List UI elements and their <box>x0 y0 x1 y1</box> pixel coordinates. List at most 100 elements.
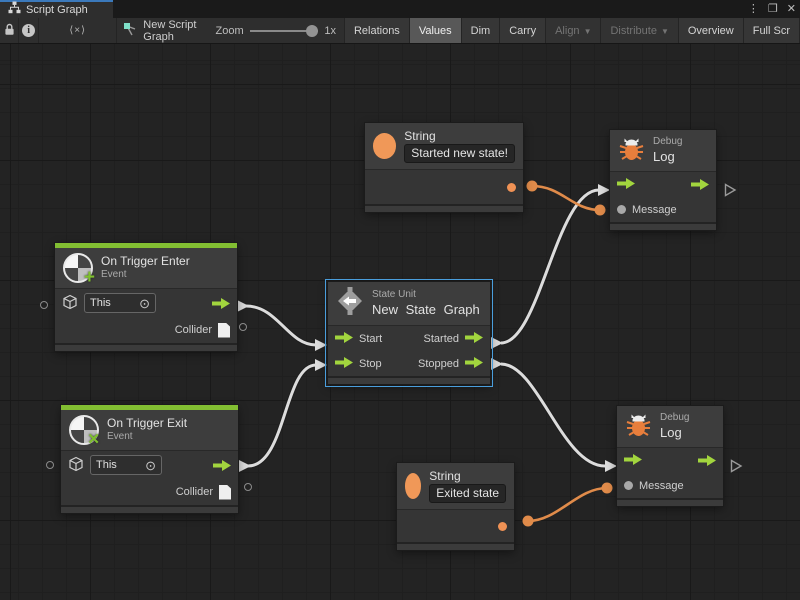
target-dropdown[interactable]: This ⊙ <box>84 293 156 313</box>
node-debug-log-top[interactable]: Debug Log Message <box>610 130 716 230</box>
node-title: Log <box>653 149 682 165</box>
script-graph-icon <box>123 22 137 39</box>
chevron-down-icon: ▼ <box>661 27 669 36</box>
state-machine-icon <box>336 287 364 320</box>
node-title: String <box>404 129 515 144</box>
tab-bar: Script Graph ⋮ ❐ ✕ <box>0 0 800 18</box>
stop-input-port[interactable] <box>335 357 353 371</box>
node-debug-log-bottom[interactable]: Debug Log Message <box>617 406 723 506</box>
node-kicker: Debug <box>653 136 682 149</box>
zoom-slider[interactable] <box>250 25 319 37</box>
zoom-value: 1x <box>324 25 338 37</box>
lock-button[interactable] <box>0 18 19 43</box>
unconnected-flow-port[interactable] <box>724 183 737 202</box>
carry-button[interactable]: Carry <box>500 18 546 43</box>
breadcrumb[interactable]: ⟨×⟩ <box>39 18 117 43</box>
node-kicker: State Unit <box>372 289 480 302</box>
trigger-enter-icon: + <box>63 253 93 283</box>
message-label: Message <box>639 480 684 492</box>
node-string-top[interactable]: String Started new state! <box>365 123 523 212</box>
node-footer <box>328 376 490 384</box>
overview-button[interactable]: Overview <box>679 18 744 43</box>
message-input-port[interactable] <box>617 205 626 214</box>
target-value: This <box>96 459 117 471</box>
fullscreen-button[interactable]: Full Scr <box>744 18 800 43</box>
string-type-icon <box>373 133 396 159</box>
values-button[interactable]: Values <box>410 18 462 43</box>
message-label: Message <box>632 204 677 216</box>
unconnected-value-port[interactable] <box>40 301 48 309</box>
tab-title: Script Graph <box>26 4 88 16</box>
string-value-input[interactable]: Started new state! <box>404 144 515 163</box>
zoom-slider-handle[interactable] <box>306 25 318 37</box>
bug-icon <box>618 135 645 166</box>
start-label: Start <box>359 333 382 345</box>
relations-button[interactable]: Relations <box>345 18 410 43</box>
unity-visual-scripting-window: Script Graph ⋮ ❐ ✕ i ⟨×⟩ New Script Grap… <box>0 0 800 600</box>
node-state-unit[interactable]: State Unit New State Graph Start Started… <box>328 282 490 384</box>
node-subtitle: Event <box>107 431 187 444</box>
node-title: On Trigger Exit <box>107 416 187 431</box>
menu-icon[interactable]: ⋮ <box>748 0 759 18</box>
flow-output-port[interactable] <box>213 460 231 471</box>
unconnected-flow-port[interactable] <box>730 459 743 478</box>
node-title: On Trigger Enter <box>101 254 190 269</box>
window-controls: ⋮ ❐ ✕ <box>748 0 796 18</box>
align-button[interactable]: Align ▼ <box>546 18 601 43</box>
flow-output-port[interactable] <box>212 298 230 309</box>
target-picker-icon[interactable]: ⊙ <box>145 459 156 472</box>
distribute-button[interactable]: Distribute ▼ <box>601 18 678 43</box>
unconnected-value-port[interactable] <box>244 483 252 491</box>
dim-button[interactable]: Dim <box>462 18 501 43</box>
gameobject-cube-icon <box>68 456 84 475</box>
node-footer <box>610 222 716 230</box>
message-input-port[interactable] <box>624 481 633 490</box>
collider-label: Collider <box>176 486 213 498</box>
target-value: This <box>90 297 111 309</box>
collider-doc-icon[interactable] <box>218 323 230 338</box>
trigger-exit-icon: ✕ <box>69 415 99 445</box>
node-on-trigger-enter[interactable]: + On Trigger Enter Event This ⊙ Collider <box>55 243 237 351</box>
node-kicker: Debug <box>660 412 689 425</box>
stopped-label: Stopped <box>418 358 459 370</box>
distribute-label: Distribute <box>610 25 656 37</box>
graph-title-segment: New Script Graph Zoom 1x <box>117 18 345 43</box>
node-string-bottom[interactable]: String Exited state <box>397 463 514 550</box>
node-subtitle: Event <box>101 269 190 282</box>
string-value-input[interactable]: Exited state <box>429 484 506 503</box>
node-on-trigger-exit[interactable]: ✕ On Trigger Exit Event This ⊙ Collider <box>61 405 238 513</box>
tab-script-graph[interactable]: Script Graph <box>0 0 113 18</box>
info-button[interactable]: i <box>19 18 39 43</box>
flow-output-port[interactable] <box>691 179 709 190</box>
node-footer <box>55 343 237 351</box>
graph-toolbar: i ⟨×⟩ New Script Graph Zoom 1x Relations… <box>0 18 800 44</box>
flow-input-port[interactable] <box>624 454 642 468</box>
unconnected-value-port[interactable] <box>239 323 247 331</box>
graph-hierarchy-icon <box>8 1 21 19</box>
info-icon: i <box>22 24 35 37</box>
zoom-label: Zoom <box>216 25 244 37</box>
stop-label: Stop <box>359 358 382 370</box>
target-dropdown[interactable]: This ⊙ <box>90 455 162 475</box>
lock-icon <box>4 23 15 39</box>
close-icon[interactable]: ✕ <box>787 0 796 18</box>
collider-label: Collider <box>175 324 212 336</box>
target-picker-icon[interactable]: ⊙ <box>139 297 150 310</box>
bug-icon <box>625 411 652 442</box>
flow-input-port[interactable] <box>617 178 635 192</box>
node-footer <box>617 498 723 506</box>
stopped-output-port[interactable] <box>465 357 483 371</box>
maximize-icon[interactable]: ❐ <box>768 0 778 18</box>
graph-name: New Script Graph <box>143 19 209 43</box>
collider-doc-icon[interactable] <box>219 485 231 500</box>
align-label: Align <box>555 25 579 37</box>
started-label: Started <box>424 333 459 345</box>
start-input-port[interactable] <box>335 332 353 346</box>
started-output-port[interactable] <box>465 332 483 346</box>
unconnected-value-port[interactable] <box>46 461 54 469</box>
flow-output-port[interactable] <box>698 455 716 466</box>
string-output-port[interactable] <box>507 183 516 192</box>
node-footer <box>365 204 523 212</box>
chevron-down-icon: ▼ <box>584 27 592 36</box>
string-output-port[interactable] <box>498 522 507 531</box>
